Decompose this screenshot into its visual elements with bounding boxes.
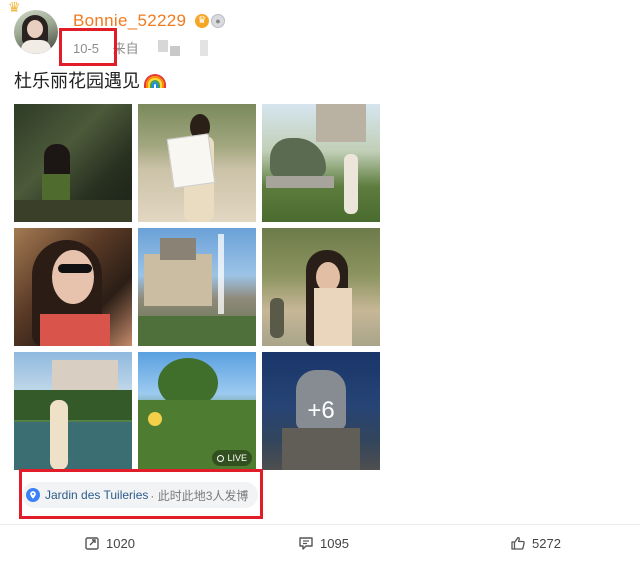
like-button[interactable]: 5272 <box>510 532 561 554</box>
vip-badge-icon[interactable]: ♛ <box>195 14 209 28</box>
live-label: LIVE <box>227 453 247 463</box>
comment-icon <box>299 537 313 550</box>
post-text-content: 杜乐丽花园遇见 <box>14 71 140 91</box>
blurred-source <box>170 46 180 56</box>
highlight-box-date <box>59 28 117 66</box>
divider <box>0 524 640 525</box>
rainbow-icon <box>144 74 166 88</box>
repost-icon <box>85 537 99 550</box>
photo-grid: LIVE +6 <box>14 104 380 470</box>
repost-count: 1020 <box>106 535 135 551</box>
avatar[interactable] <box>14 10 58 54</box>
post-text: 杜乐丽花园遇见 <box>14 67 166 93</box>
photo-woman-sunglasses-garden[interactable] <box>262 228 380 346</box>
live-icon <box>217 455 225 462</box>
photo-horse-statue-palace[interactable] <box>262 104 380 222</box>
blurred-source <box>158 40 168 52</box>
more-photos-overlay[interactable]: +6 <box>262 352 380 470</box>
live-badge: LIVE <box>212 450 252 466</box>
photo-statue-night[interactable]: +6 <box>262 352 380 470</box>
repost-button[interactable]: 1020 <box>84 532 135 554</box>
medal-badge-icon[interactable]: ● <box>211 14 225 28</box>
thumbs-up-icon <box>511 536 525 550</box>
crown-icon: ♛ <box>8 0 21 15</box>
photo-woman-sunglasses-portrait[interactable] <box>14 228 132 346</box>
comment-button[interactable]: 1095 <box>298 532 349 554</box>
photo-garden-woman-sitting[interactable] <box>14 104 132 222</box>
like-count: 5272 <box>532 535 561 551</box>
comment-count: 1095 <box>320 535 349 551</box>
blurred-source <box>200 40 208 56</box>
photo-louvre-fountain[interactable] <box>138 228 256 346</box>
photo-garden-trees[interactable]: LIVE <box>138 352 256 470</box>
highlight-box-location <box>19 469 263 519</box>
photo-woman-with-shopping-bag[interactable] <box>138 104 256 222</box>
photo-woman-by-pond[interactable] <box>14 352 132 470</box>
